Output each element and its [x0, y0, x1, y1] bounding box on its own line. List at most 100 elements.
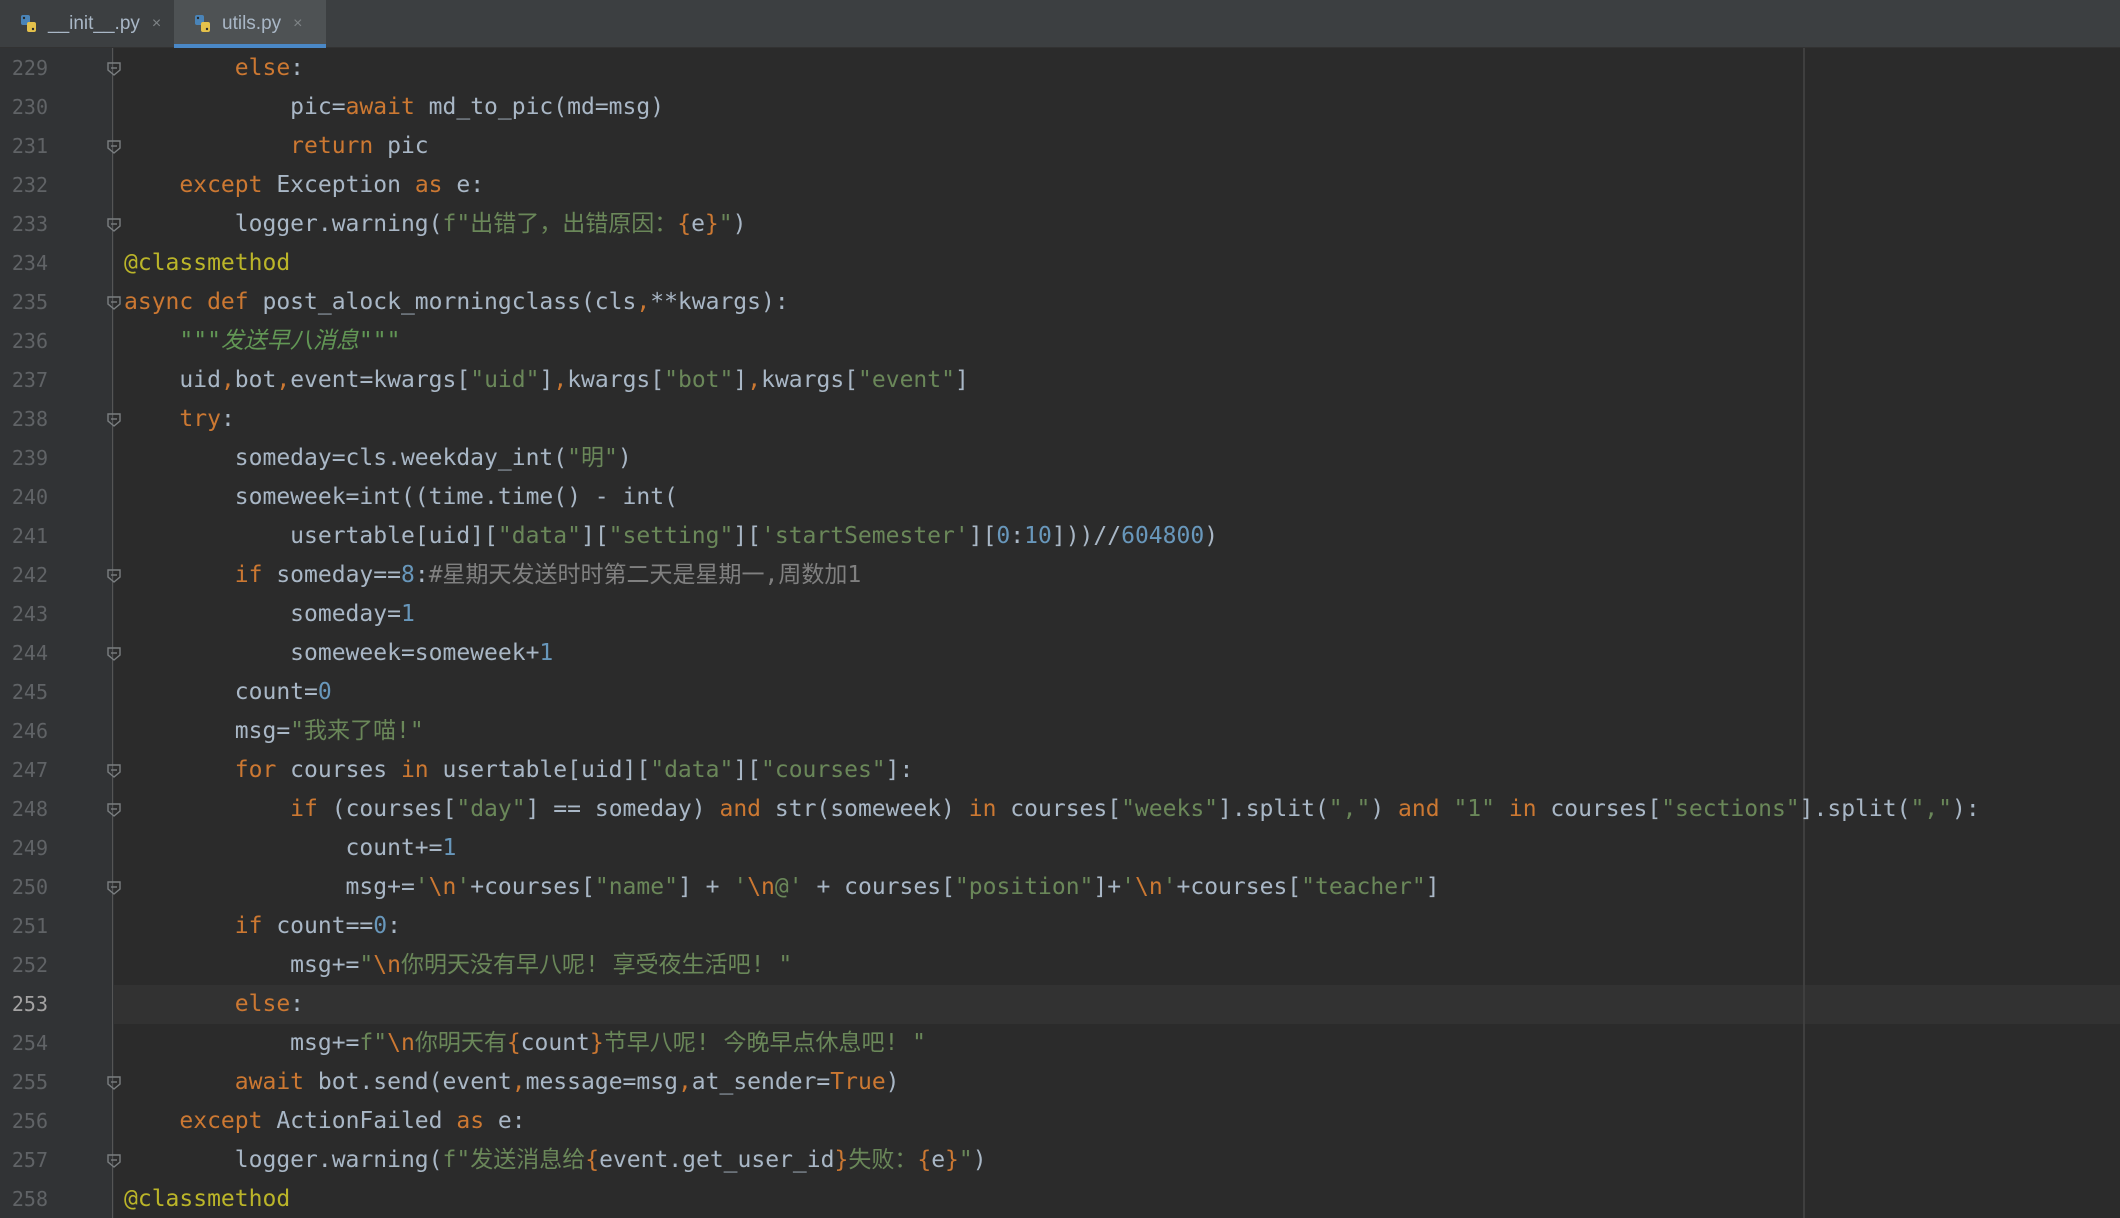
code-text[interactable]: msg="我来了喵!": [124, 712, 424, 751]
code-token: "data": [650, 757, 734, 783]
code-line[interactable]: 258 @classmethod: [0, 1180, 2120, 1218]
code-text[interactable]: @classmethod: [124, 1180, 290, 1218]
code-text[interactable]: for courses in usertable[uid]["data"]["c…: [124, 751, 914, 790]
code-text[interactable]: count=0: [124, 673, 332, 712]
code-text[interactable]: try:: [124, 400, 234, 439]
code-text[interactable]: msg+="\n你明天没有早八呢! 享受夜生活吧! ": [124, 946, 792, 985]
code-token: "teacher": [1301, 874, 1426, 900]
code-text[interactable]: except ActionFailed as e:: [124, 1102, 525, 1141]
code-line[interactable]: 248 if (courses["day"] == someday) and s…: [0, 790, 2120, 829]
tab-utils-py[interactable]: utils.py ×: [174, 0, 326, 48]
fold-marker-icon[interactable]: [106, 412, 122, 428]
code-text[interactable]: someday=cls.weekday_int("明"): [124, 439, 632, 478]
fold-marker-icon[interactable]: [106, 139, 122, 155]
fold-marker-icon[interactable]: [106, 1153, 122, 1169]
code-text[interactable]: if count==0:: [124, 907, 401, 946]
code-text[interactable]: uid,bot,event=kwargs["uid"],kwargs["bot"…: [124, 361, 969, 400]
close-icon[interactable]: ×: [293, 15, 302, 33]
code-text[interactable]: someweek=someweek+1: [124, 634, 553, 673]
code-line[interactable]: 252 msg+="\n你明天没有早八呢! 享受夜生活吧! ": [0, 946, 2120, 985]
code-token: ": [718, 211, 733, 237]
code-line[interactable]: 229 else:: [0, 49, 2120, 88]
code-text[interactable]: if someday==8:#星期天发送时时第二天是星期一,周数加1: [124, 556, 861, 595]
code-token: ",": [1328, 796, 1371, 822]
code-line[interactable]: 246 msg="我来了喵!": [0, 712, 2120, 751]
code-line[interactable]: 236 """发送早八消息""": [0, 322, 2120, 361]
code-text[interactable]: someday=1: [124, 595, 415, 634]
fold-marker-icon[interactable]: [106, 646, 122, 662]
code-line[interactable]: 234 @classmethod: [0, 244, 2120, 283]
code-line[interactable]: 247 for courses in usertable[uid]["data"…: [0, 751, 2120, 790]
fold-marker-icon[interactable]: [106, 763, 122, 779]
code-token: "1": [1453, 796, 1495, 822]
code-token: ]: [1425, 874, 1440, 900]
code-text[interactable]: else:: [124, 985, 304, 1024]
close-icon[interactable]: ×: [152, 15, 161, 33]
fold-marker-icon[interactable]: [106, 61, 122, 77]
fold-marker-icon[interactable]: [106, 880, 122, 896]
fold-marker-icon[interactable]: [106, 1075, 122, 1091]
code-line[interactable]: 232 except Exception as e:: [0, 166, 2120, 205]
code-line[interactable]: 257 logger.warning(f"发送消息给{event.get_use…: [0, 1141, 2120, 1180]
code-line[interactable]: 231 return pic: [0, 127, 2120, 166]
tab-init-py[interactable]: __init__.py ×: [0, 0, 170, 48]
code-text[interactable]: usertable[uid]["data"]["setting"]['start…: [124, 517, 1218, 556]
code-line[interactable]: 253 else:: [0, 985, 2120, 1024]
code-line[interactable]: 230 pic=await md_to_pic(md=msg): [0, 88, 2120, 127]
code-line[interactable]: 237 uid,bot,event=kwargs["uid"],kwargs["…: [0, 361, 2120, 400]
code-text[interactable]: async def post_alock_morningclass(cls,**…: [124, 283, 789, 322]
code-editor[interactable]: 229 else: 230 pic=await md_to_pic(md=msg)…: [0, 48, 2120, 1218]
line-number: 249: [11, 836, 48, 860]
code-text[interactable]: """发送早八消息""": [124, 322, 400, 361]
code-text[interactable]: except Exception as e:: [124, 166, 484, 205]
fold-marker-icon[interactable]: [106, 568, 122, 584]
code-token: 604800: [1121, 523, 1205, 549]
code-text[interactable]: await bot.send(event,message=msg,at_send…: [124, 1063, 900, 1102]
code-line[interactable]: 238 try:: [0, 400, 2120, 439]
code-line[interactable]: 242 if someday==8:#星期天发送时时第二天是星期一,周数加1: [0, 556, 2120, 595]
code-token: ]: [954, 367, 969, 393]
line-number: 236: [11, 329, 48, 353]
code-text[interactable]: else:: [124, 49, 304, 88]
code-text[interactable]: @classmethod: [124, 244, 290, 283]
fold-marker-icon[interactable]: [106, 802, 122, 818]
code-text[interactable]: count+=1: [124, 829, 457, 868]
fold-marker-icon[interactable]: [106, 295, 122, 311]
code-text[interactable]: logger.warning(f"出错了，出错原因：{e}"): [124, 205, 747, 244]
code-line[interactable]: 241 usertable[uid]["data"]["setting"]['s…: [0, 517, 2120, 556]
code-token: 'startSemester': [761, 523, 969, 549]
code-line[interactable]: 239 someday=cls.weekday_int("明"): [0, 439, 2120, 478]
code-line[interactable]: 235 async def post_alock_morningclass(cls…: [0, 283, 2120, 322]
fold-marker-icon[interactable]: [106, 217, 122, 233]
code-text[interactable]: return pic: [124, 127, 428, 166]
code-text[interactable]: pic=await md_to_pic(md=msg): [124, 88, 664, 127]
code-text[interactable]: msg+='\n'+courses["name"] + '\n@' + cour…: [124, 868, 1440, 907]
code-token: ][: [733, 523, 761, 549]
code-token: +courses[: [1176, 874, 1302, 900]
code-text[interactable]: msg+=f"\n你明天有{count}节早八呢! 今晚早点休息吧! ": [124, 1024, 926, 1063]
code-text[interactable]: if (courses["day"] == someday) and str(s…: [124, 790, 1980, 829]
code-text[interactable]: someweek=int((time.time() - int(: [124, 478, 678, 517]
code-token: "position": [954, 874, 1094, 900]
code-line[interactable]: 233 logger.warning(f"出错了，出错原因：{e}"): [0, 205, 2120, 244]
code-line[interactable]: 255 await bot.send(event,message=msg,at_…: [0, 1063, 2120, 1102]
code-token: "uid": [470, 367, 540, 393]
code-token: if: [290, 796, 318, 822]
code-line[interactable]: 240 someweek=int((time.time() - int(: [0, 478, 2120, 517]
code-line[interactable]: 256 except ActionFailed as e:: [0, 1102, 2120, 1141]
code-line[interactable]: 245 count=0: [0, 673, 2120, 712]
python-file-icon: [21, 15, 36, 32]
code-line[interactable]: 249 count+=1: [0, 829, 2120, 868]
code-line[interactable]: 250 msg+='\n'+courses["name"] + '\n@' + …: [0, 868, 2120, 907]
code-line[interactable]: 243 someday=1: [0, 595, 2120, 634]
code-line[interactable]: 254 msg+=f"\n你明天有{count}节早八呢! 今晚早点休息吧! ": [0, 1024, 2120, 1063]
code-token: in: [968, 796, 997, 822]
code-token: 1: [442, 835, 457, 861]
code-text[interactable]: logger.warning(f"发送消息给{event.get_user_id…: [124, 1141, 987, 1180]
code-token: 1: [539, 640, 554, 666]
code-line[interactable]: 244 someweek=someweek+1: [0, 634, 2120, 673]
code-line[interactable]: 251 if count==0:: [0, 907, 2120, 946]
